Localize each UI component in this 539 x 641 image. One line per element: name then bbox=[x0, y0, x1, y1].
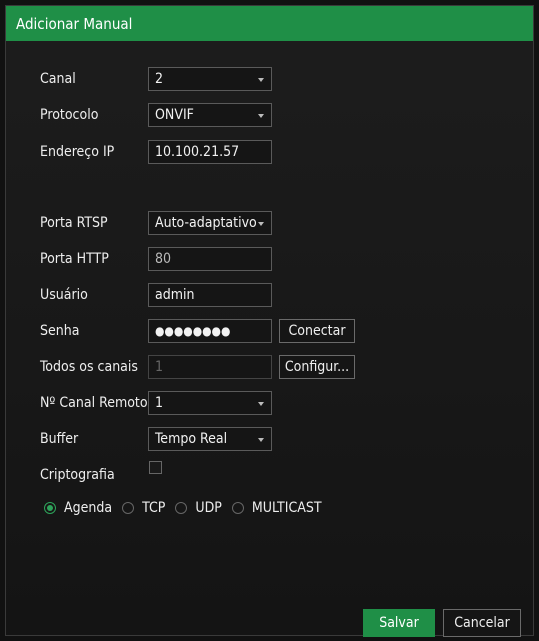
add-manual-dialog: Adicionar Manual Canal 2 Protocolo ONVIF… bbox=[5, 5, 534, 637]
porta-rtsp-select[interactable]: Auto-adaptativo bbox=[148, 211, 272, 235]
chevron-down-icon bbox=[258, 438, 264, 442]
porta-http-label: Porta HTTP bbox=[40, 251, 109, 267]
porta-rtsp-value: Auto-adaptativo bbox=[155, 215, 257, 231]
criptografia-checkbox[interactable] bbox=[149, 461, 162, 474]
tcp-radio[interactable] bbox=[122, 502, 135, 514]
agenda-radio[interactable] bbox=[44, 502, 56, 514]
udp-radio[interactable] bbox=[175, 502, 188, 514]
tcp-radio-label[interactable]: TCP bbox=[142, 500, 165, 516]
todos-canais-label: Todos os canais bbox=[40, 359, 138, 375]
senha-input[interactable]: ●●●●●●●● bbox=[148, 319, 272, 343]
chevron-down-icon bbox=[258, 402, 264, 406]
dialog-title: Adicionar Manual bbox=[6, 6, 533, 41]
todos-canais-input[interactable]: 1 bbox=[148, 355, 272, 379]
porta-http-input[interactable]: 80 bbox=[148, 247, 272, 271]
buffer-value: Tempo Real bbox=[155, 431, 228, 447]
porta-rtsp-label: Porta RTSP bbox=[40, 215, 108, 231]
configurar-button[interactable]: Configur... bbox=[279, 355, 355, 379]
multicast-radio[interactable] bbox=[231, 502, 244, 514]
usuario-label: Usuário bbox=[40, 287, 88, 303]
protocolo-value: ONVIF bbox=[155, 107, 194, 123]
transport-radio-group: Agenda TCP UDP MULTICAST bbox=[44, 498, 332, 518]
buffer-select[interactable]: Tempo Real bbox=[148, 427, 272, 451]
udp-radio-label[interactable]: UDP bbox=[195, 500, 222, 516]
endereco-ip-label: Endereço IP bbox=[40, 144, 115, 160]
protocolo-label: Protocolo bbox=[40, 107, 99, 123]
criptografia-label: Criptografia bbox=[40, 467, 115, 483]
protocolo-select[interactable]: ONVIF bbox=[148, 103, 272, 127]
canal-remoto-value: 1 bbox=[155, 395, 164, 411]
canal-label: Canal bbox=[40, 71, 76, 87]
endereco-ip-input[interactable]: 10.100.21.57 bbox=[148, 140, 272, 164]
cancel-button[interactable]: Cancelar bbox=[443, 609, 521, 637]
multicast-radio-label[interactable]: MULTICAST bbox=[252, 500, 322, 516]
save-button[interactable]: Salvar bbox=[363, 609, 435, 637]
canal-select[interactable]: 2 bbox=[148, 67, 272, 91]
canal-remoto-select[interactable]: 1 bbox=[148, 391, 272, 415]
buffer-label: Buffer bbox=[40, 431, 79, 447]
agenda-radio-label[interactable]: Agenda bbox=[64, 500, 112, 516]
conectar-button[interactable]: Conectar bbox=[279, 319, 355, 343]
canal-value: 2 bbox=[155, 71, 164, 87]
chevron-down-icon bbox=[258, 114, 264, 118]
senha-label: Senha bbox=[40, 323, 80, 339]
chevron-down-icon bbox=[258, 222, 264, 226]
usuario-input[interactable]: admin bbox=[148, 283, 272, 307]
canal-remoto-label: Nº Canal Remoto bbox=[40, 395, 148, 411]
chevron-down-icon bbox=[258, 78, 264, 82]
